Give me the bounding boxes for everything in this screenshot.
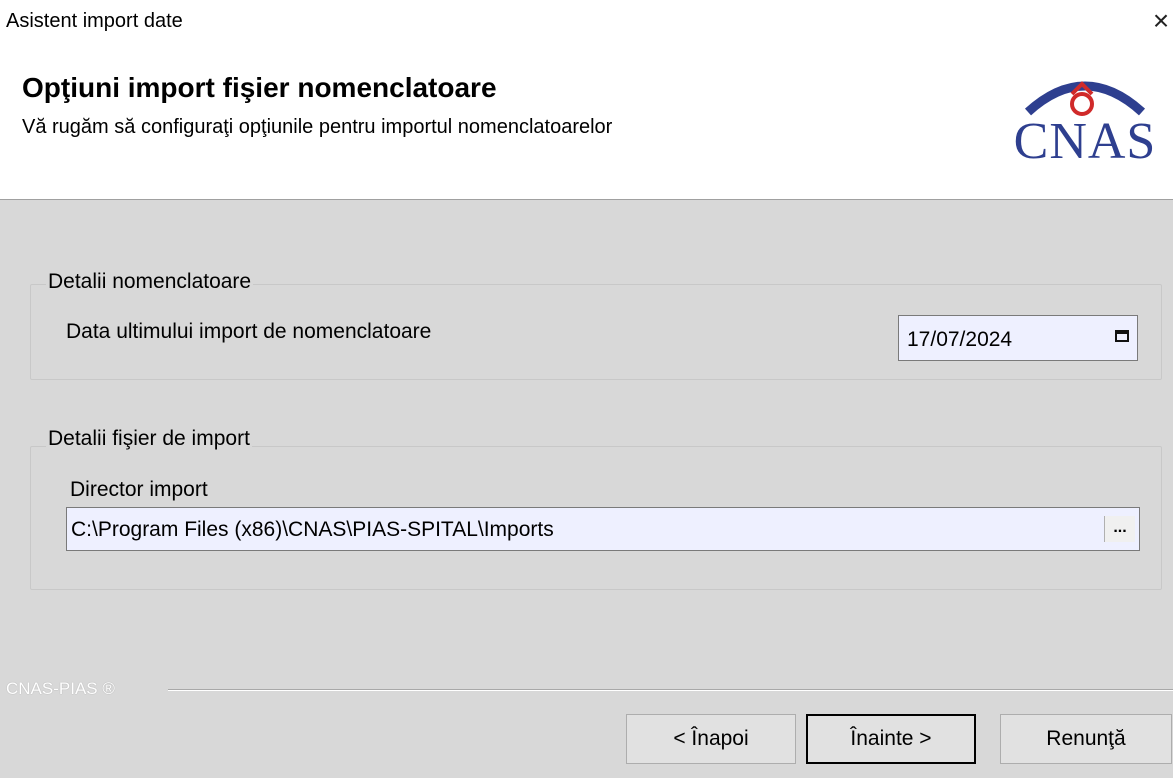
last-import-date-value: 17/07/2024 [907, 328, 1013, 351]
next-button[interactable]: Înainte > [806, 714, 976, 764]
import-directory-field[interactable]: C:\Program Files (x86)\CNAS\PIAS-SPITAL\… [66, 507, 1140, 551]
nomenclature-group-legend: Detalii nomenclatoare [46, 270, 254, 294]
footer-brand: CNAS-PIAS ® [6, 679, 115, 698]
close-icon[interactable]: × [1146, 6, 1173, 36]
cancel-button[interactable]: Renunţă [1000, 714, 1172, 764]
page-title: Opţiuni import fişier nomenclatoare [22, 72, 497, 103]
title-bar: Asistent import date × [0, 0, 1173, 44]
footer-divider [168, 689, 1173, 691]
back-button[interactable]: < Înapoi [626, 714, 796, 764]
import-file-group-legend: Detalii fişier de import [46, 427, 252, 451]
import-directory-value: C:\Program Files (x86)\CNAS\PIAS-SPITAL\… [71, 518, 554, 541]
window-title: Asistent import date [6, 10, 183, 32]
wizard-header: Opţiuni import fişier nomenclatoare Vă r… [0, 44, 1173, 200]
cnas-logo: CNAS [1000, 66, 1170, 176]
last-import-date-field[interactable]: 17/07/2024 [898, 315, 1138, 361]
page-subtitle: Vă rugăm să configuraţi opţiunile pentru… [22, 116, 613, 138]
calendar-icon[interactable] [1115, 330, 1129, 342]
browse-button[interactable]: ... [1104, 516, 1135, 542]
import-directory-label: Director import [70, 478, 208, 501]
logo-text: CNAS [1013, 113, 1157, 170]
last-import-date-label: Data ultimului import de nomenclatoare [66, 320, 432, 343]
